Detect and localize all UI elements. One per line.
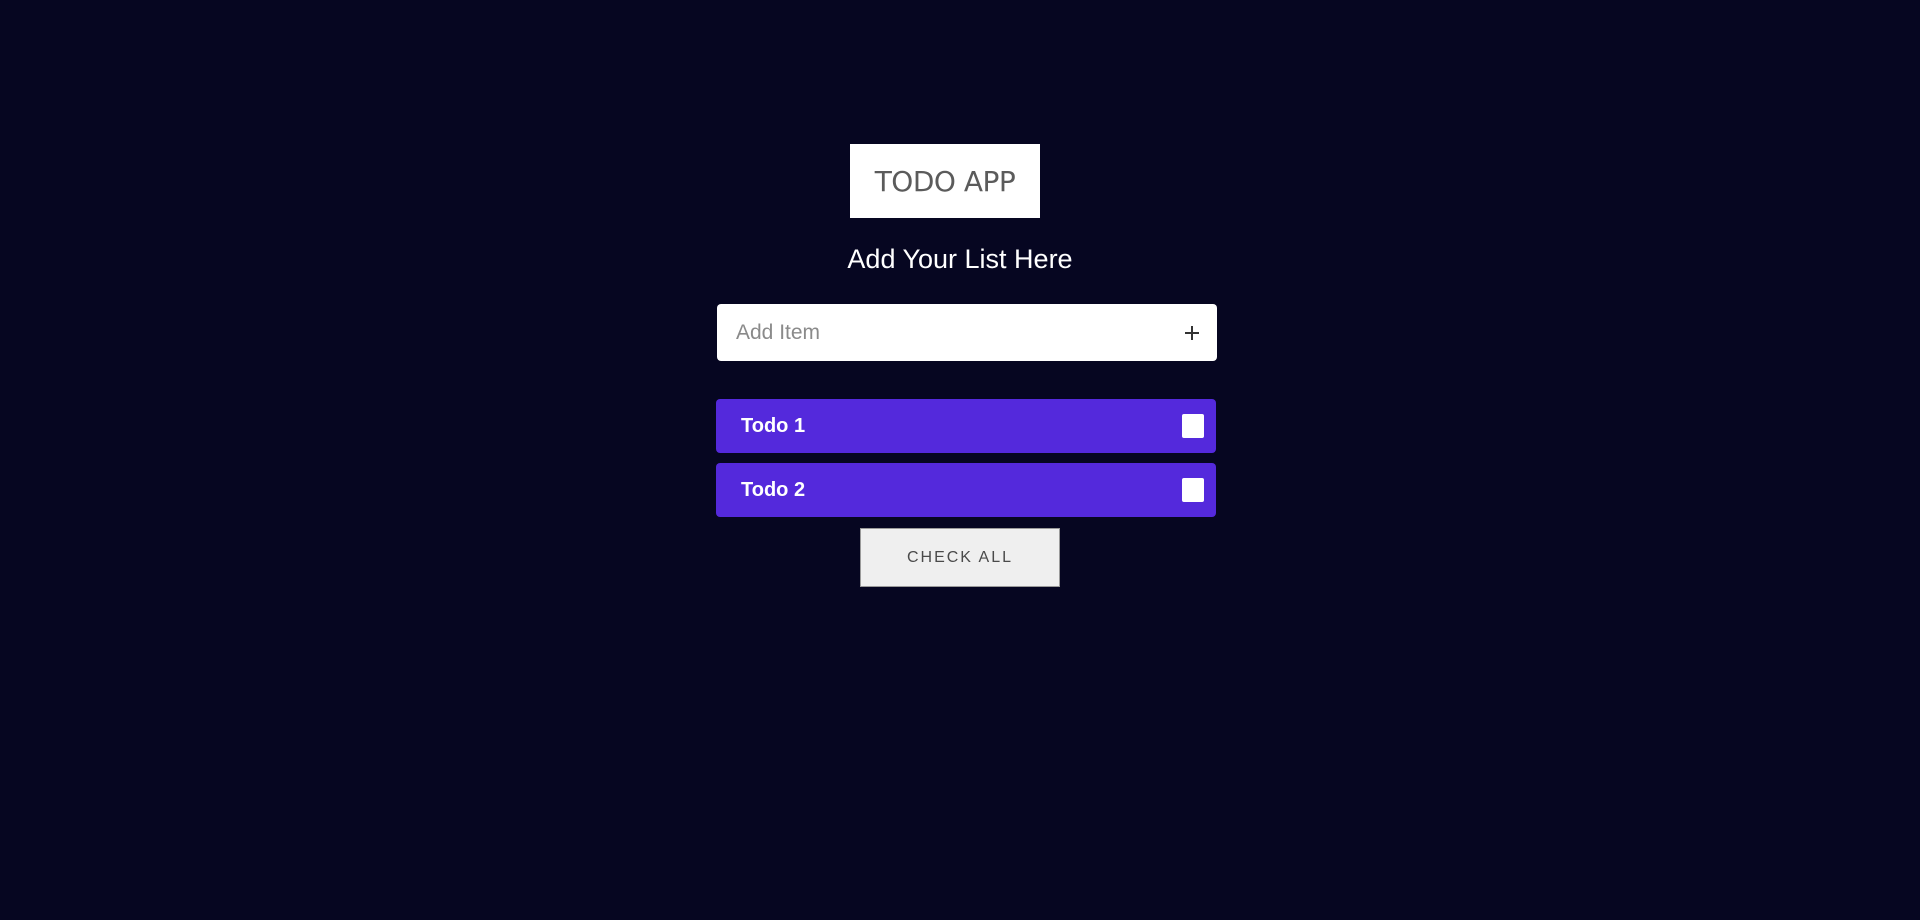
plus-icon[interactable] bbox=[1177, 318, 1207, 348]
add-item-input[interactable] bbox=[717, 304, 1157, 361]
todo-label: Todo 1 bbox=[741, 415, 806, 437]
add-item-form bbox=[717, 304, 1217, 361]
check-all-button[interactable]: CHECK ALL bbox=[860, 528, 1060, 587]
page-subtitle: Add Your List Here bbox=[847, 244, 1073, 274]
app-logo: TODO APP bbox=[850, 144, 1040, 218]
todo-checkbox[interactable] bbox=[1182, 414, 1204, 438]
app-title: TODO APP bbox=[874, 164, 1016, 198]
todo-item: Todo 1 bbox=[716, 399, 1216, 453]
todo-list: Todo 1 Todo 2 bbox=[716, 399, 1216, 527]
todo-checkbox[interactable] bbox=[1182, 478, 1204, 502]
todo-item: Todo 2 bbox=[716, 463, 1216, 517]
todo-app: TODO APP Add Your List Here Todo 1 Todo … bbox=[0, 0, 1920, 920]
todo-label: Todo 2 bbox=[741, 479, 806, 501]
